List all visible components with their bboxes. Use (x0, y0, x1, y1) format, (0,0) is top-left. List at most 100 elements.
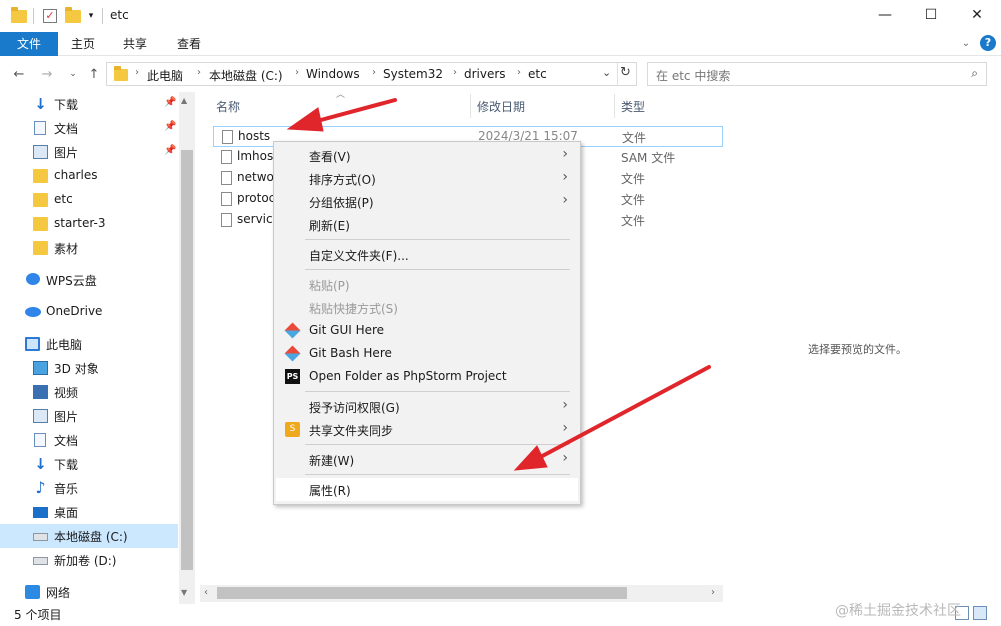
menu-item-label: 粘贴快捷方式(S) (309, 302, 398, 316)
minimize-button[interactable]: — (862, 0, 908, 30)
sidebar-item-label: 素材 (54, 242, 79, 256)
folder-icon (33, 193, 48, 207)
customize-toolbar-icon[interactable]: ▾ (85, 7, 97, 25)
sidebar-item-etc[interactable]: etc (0, 188, 178, 212)
maximize-button[interactable]: ☐ (908, 0, 954, 30)
file-icon (221, 192, 232, 206)
content-horizontal-scrollbar-thumb[interactable] (217, 587, 627, 599)
sidebar-item-downloads[interactable]: ↓ 下载 📌 (0, 92, 178, 116)
tab-share[interactable]: 共享 (116, 32, 154, 56)
column-header-modified[interactable]: 修改日期 (477, 98, 525, 126)
menu-item-label: 新建(W) (309, 454, 355, 468)
expand-ribbon-icon[interactable]: ⌄ (956, 32, 976, 56)
tab-home[interactable]: 主页 (64, 32, 102, 56)
file-name: netwo (237, 170, 274, 184)
network-icon (25, 585, 40, 599)
new-folder-icon[interactable] (64, 6, 82, 25)
menu-item-group-by[interactable]: 分组依据(P) › (276, 190, 578, 213)
folder-icon (114, 66, 128, 81)
up-arrow-icon[interactable]: ↑ (85, 65, 103, 83)
file-type: 文件 (622, 131, 647, 145)
sidebar-item-documents[interactable]: 文档 📌 (0, 116, 178, 140)
sidebar-item-materials[interactable]: 素材 (0, 236, 178, 260)
breadcrumb-local-disk[interactable]: 本地磁盘 (C:) (209, 67, 283, 84)
sidebar-item-label: 下载 (54, 458, 79, 472)
scroll-left-icon[interactable]: ‹ (204, 587, 208, 598)
sidebar-item-charles[interactable]: charles (0, 164, 178, 188)
address-bar[interactable]: › 此电脑 › 本地磁盘 (C:) › Windows › System32 ›… (106, 62, 637, 86)
column-header-name[interactable]: 名称 (216, 98, 240, 126)
menu-separator (305, 474, 570, 475)
menu-item-sort-by[interactable]: 排序方式(O) › (276, 167, 578, 190)
help-icon[interactable]: ? (980, 35, 996, 51)
sidebar-item-downloads-pc[interactable]: ↓ 下载 (0, 452, 178, 476)
download-icon: ↓ (34, 455, 47, 473)
sidebar-item-pictures[interactable]: 图片 📌 (0, 140, 178, 164)
recent-locations-chevron-icon[interactable]: ⌄ (64, 65, 82, 83)
sidebar-item-3d-objects[interactable]: 3D 对象 (0, 356, 178, 380)
file-icon (221, 171, 232, 185)
scroll-down-icon[interactable]: ▼ (181, 588, 187, 597)
menu-item-label: Git Bash Here (309, 346, 392, 360)
quick-access-folder-icon[interactable] (10, 6, 28, 25)
sidebar-item-new-volume-d[interactable]: 新加卷 (D:) (0, 548, 178, 572)
menu-item-give-access[interactable]: 授予访问权限(G) › (276, 395, 578, 418)
column-header-type[interactable]: 类型 (621, 98, 645, 126)
breadcrumb-separator-icon[interactable]: › (197, 67, 201, 78)
forward-arrow-icon[interactable]: → (38, 65, 56, 83)
scroll-right-icon[interactable]: › (711, 587, 715, 598)
sidebar-item-this-pc[interactable]: 此电脑 (0, 332, 178, 356)
menu-item-share-sync[interactable]: S 共享文件夹同步 › (276, 418, 578, 441)
properties-check-icon[interactable]: ✓ (41, 7, 59, 25)
menu-item-refresh[interactable]: 刷新(E) (276, 213, 578, 236)
close-button[interactable]: ✕ (954, 0, 1000, 30)
sidebar-item-label: 网络 (46, 586, 71, 600)
search-input[interactable]: 在 etc 中搜索 (656, 67, 730, 84)
sidebar-item-onedrive[interactable]: OneDrive (0, 300, 178, 324)
divider (614, 94, 615, 118)
share-sync-icon: S (285, 422, 300, 437)
large-icons-view-icon[interactable] (973, 606, 987, 620)
sidebar-item-documents-pc[interactable]: 文档 (0, 428, 178, 452)
search-icon[interactable]: ⌕ (971, 66, 978, 81)
breadcrumb-separator-icon[interactable]: › (517, 67, 521, 78)
sidebar-item-music[interactable]: ♪ 音乐 (0, 476, 178, 500)
tab-file[interactable]: 文件 (0, 32, 58, 56)
refresh-icon[interactable]: ↻ (620, 65, 631, 80)
sidebar-item-label: starter-3 (54, 216, 106, 230)
3d-objects-icon (33, 361, 48, 375)
menu-item-customize-folder[interactable]: 自定义文件夹(F)... (276, 243, 578, 266)
scroll-up-icon[interactable]: ▲ (181, 96, 187, 105)
menu-item-label: Git GUI Here (309, 323, 385, 337)
menu-item-open-phpstorm[interactable]: PS Open Folder as PhpStorm Project (276, 365, 578, 388)
document-icon (34, 433, 46, 447)
sidebar-item-local-disk-c[interactable]: 本地磁盘 (C:) (0, 524, 178, 548)
search-box[interactable]: 在 etc 中搜索 ⌕ (647, 62, 987, 86)
menu-item-git-bash[interactable]: Git Bash Here (276, 342, 578, 365)
sidebar-item-starter-3[interactable]: starter-3 (0, 212, 178, 236)
breadcrumb-drivers[interactable]: drivers (464, 67, 506, 81)
menu-item-view[interactable]: 查看(V) › (276, 144, 578, 167)
sidebar-item-pictures-pc[interactable]: 图片 (0, 404, 178, 428)
sidebar-item-desktop[interactable]: 桌面 (0, 500, 178, 524)
breadcrumb-windows[interactable]: Windows (306, 67, 360, 81)
menu-item-properties[interactable]: 属性(R) (276, 478, 578, 501)
sidebar-item-wps-cloud[interactable]: WPS云盘 (0, 268, 178, 292)
menu-item-new[interactable]: 新建(W) › (276, 448, 578, 471)
sidebar-item-network[interactable]: 网络 (0, 580, 178, 604)
address-history-chevron-icon[interactable]: ⌄ (602, 66, 611, 79)
back-arrow-icon[interactable]: ← (10, 65, 28, 83)
document-icon (34, 121, 46, 135)
menu-item-git-gui[interactable]: Git GUI Here (276, 319, 578, 342)
breadcrumb-separator-icon[interactable]: › (372, 67, 376, 78)
sidebar-item-videos[interactable]: 视频 (0, 380, 178, 404)
breadcrumb-etc[interactable]: etc (528, 67, 547, 81)
tab-view[interactable]: 查看 (170, 32, 208, 56)
sidebar-scrollbar-thumb[interactable] (181, 150, 193, 570)
breadcrumb-separator-icon[interactable]: › (453, 67, 457, 78)
watermark: @稀土掘金技术社区 (835, 603, 961, 619)
breadcrumb-separator-icon[interactable]: › (295, 67, 299, 78)
breadcrumb-system32[interactable]: System32 (383, 67, 443, 81)
breadcrumb-this-pc[interactable]: 此电脑 (147, 67, 183, 84)
item-count: 5 个项目 (14, 608, 62, 622)
